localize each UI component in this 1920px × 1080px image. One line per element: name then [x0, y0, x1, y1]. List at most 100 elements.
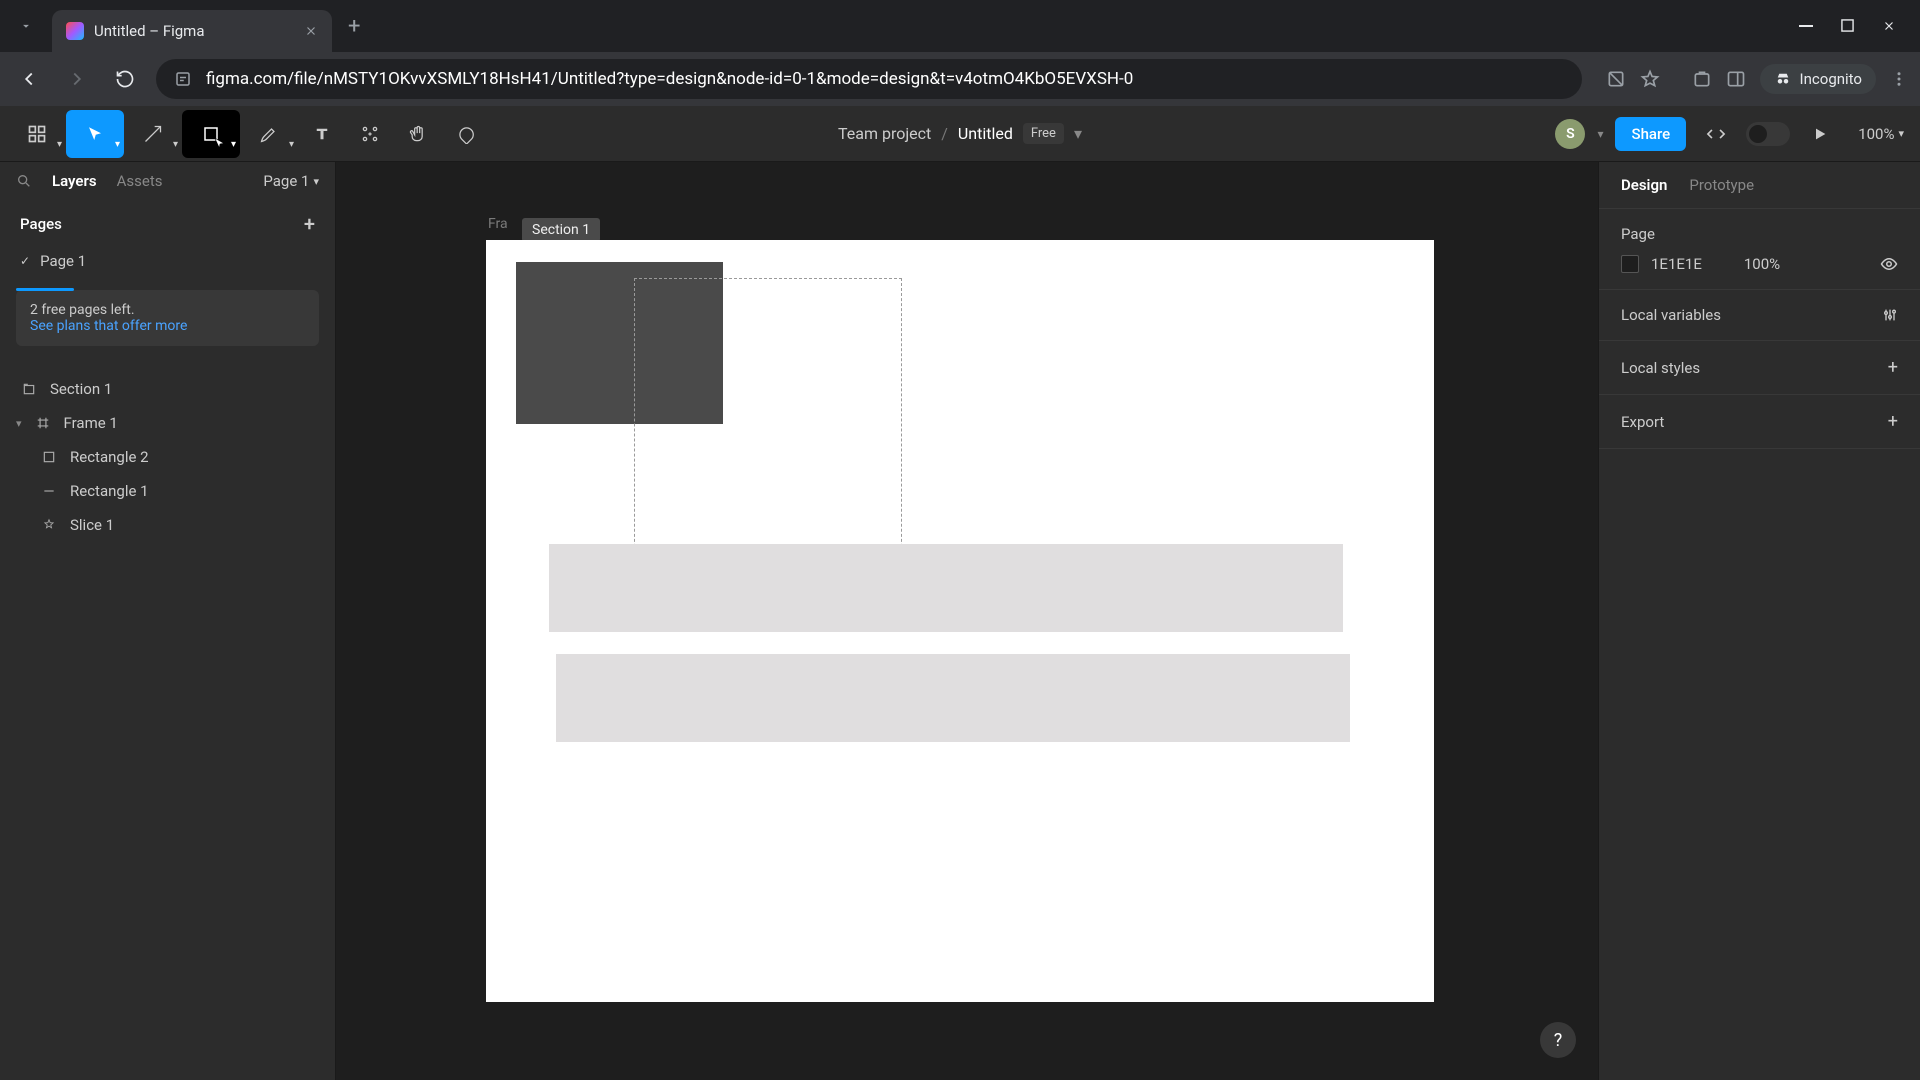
- frame-tool-button[interactable]: ▾: [124, 110, 182, 158]
- layer-row-section[interactable]: Section 1: [0, 372, 335, 406]
- page-section-header: Page: [1621, 225, 1898, 243]
- layer-name: Rectangle 1: [70, 482, 149, 500]
- file-menu-chevron-icon[interactable]: ▾: [1074, 124, 1082, 143]
- nav-reload-button[interactable]: [108, 62, 142, 96]
- tab-layers[interactable]: Layers: [52, 172, 97, 190]
- pen-tool-button[interactable]: ▾: [240, 110, 298, 158]
- side-panel-icon[interactable]: [1726, 69, 1746, 89]
- breadcrumb: Team project / Untitled Free ▾: [838, 123, 1082, 144]
- breadcrumb-team[interactable]: Team project: [838, 124, 931, 143]
- export-row[interactable]: Export +: [1599, 395, 1920, 449]
- figma-favicon-icon: [66, 22, 84, 40]
- layer-row-slice[interactable]: Slice 1: [0, 508, 335, 542]
- canvas[interactable]: Fra Section 1 ?: [336, 162, 1598, 1080]
- frame-icon: [34, 414, 52, 432]
- tab-title: Untitled – Figma: [94, 22, 205, 40]
- add-export-icon[interactable]: +: [1888, 411, 1898, 432]
- tab-assets[interactable]: Assets: [117, 172, 163, 190]
- export-label: Export: [1621, 413, 1664, 431]
- nav-forward-button[interactable]: [60, 62, 94, 96]
- layer-name: Rectangle 2: [70, 448, 149, 466]
- add-page-button[interactable]: +: [304, 212, 315, 236]
- upsell-link[interactable]: See plans that offer more: [30, 318, 305, 334]
- rectangle-icon: [40, 448, 58, 466]
- mouse-cursor-icon: [212, 136, 230, 154]
- nav-back-button[interactable]: [12, 62, 46, 96]
- help-button[interactable]: ?: [1540, 1022, 1576, 1058]
- layer-name: Frame 1: [64, 414, 118, 432]
- layer-row-frame[interactable]: ▾ Frame 1: [0, 406, 335, 440]
- hand-tool-button[interactable]: [394, 110, 442, 158]
- section-icon: [20, 380, 38, 398]
- collapse-chevron-icon[interactable]: ▾: [16, 417, 22, 430]
- search-icon[interactable]: [16, 173, 32, 189]
- layer-name: Section 1: [50, 380, 112, 398]
- zoom-value: 100%: [1858, 125, 1894, 143]
- upsell-text: 2 free pages left.: [30, 302, 305, 318]
- browser-tab-active[interactable]: Untitled – Figma: [52, 10, 332, 52]
- share-button[interactable]: Share: [1615, 117, 1686, 151]
- window-minimize-icon[interactable]: [1799, 19, 1813, 33]
- incognito-icon: [1774, 70, 1792, 88]
- add-style-icon[interactable]: +: [1888, 357, 1898, 378]
- browser-menu-icon[interactable]: [1890, 70, 1908, 88]
- present-button[interactable]: [1802, 116, 1838, 152]
- multiplayer-chevron-icon[interactable]: ▾: [1597, 127, 1603, 141]
- new-tab-button[interactable]: +: [332, 14, 376, 39]
- main-menu-button[interactable]: ▾: [8, 110, 66, 158]
- left-panel: Layers Assets Page 1 ▾ Pages + ✓ Page 1 …: [0, 162, 336, 1080]
- frame-label[interactable]: Fra: [488, 216, 508, 232]
- page-name: Page 1: [40, 252, 86, 270]
- section-label[interactable]: Section 1: [522, 218, 600, 242]
- move-tool-button[interactable]: ▾: [66, 110, 124, 158]
- zoom-control[interactable]: 100%▾: [1850, 125, 1912, 143]
- breadcrumb-file[interactable]: Untitled: [958, 124, 1013, 143]
- extensions-icon[interactable]: [1692, 69, 1712, 89]
- local-variables-row[interactable]: Local variables: [1599, 290, 1920, 341]
- window-maximize-icon[interactable]: [1841, 19, 1854, 33]
- dev-mode-toggle[interactable]: [1746, 122, 1790, 146]
- install-blocked-icon[interactable]: [1606, 69, 1626, 89]
- page-color-opacity[interactable]: 100%: [1744, 255, 1780, 273]
- close-tab-icon[interactable]: [304, 24, 318, 38]
- layers-list: Section 1 ▾ Frame 1 Rectangle 2 Rectangl…: [0, 358, 335, 542]
- tab-design[interactable]: Design: [1621, 176, 1667, 194]
- figma-toolbar: ▾ ▾ ▾ ▾ ▾ Team project / Untitled Free ▾: [0, 106, 1920, 162]
- canvas-shape-rect1[interactable]: [549, 544, 1343, 632]
- layer-row-line[interactable]: Rectangle 1: [0, 474, 335, 508]
- pages-header-label: Pages: [20, 215, 62, 233]
- tab-prototype[interactable]: Prototype: [1689, 176, 1754, 194]
- line-icon: [40, 482, 58, 500]
- shape-tool-button[interactable]: ▾: [182, 110, 240, 158]
- breadcrumb-separator: /: [941, 124, 948, 143]
- local-styles-row[interactable]: Local styles +: [1599, 341, 1920, 395]
- page-color-swatch[interactable]: [1621, 255, 1639, 273]
- dev-mode-button[interactable]: [1698, 116, 1734, 152]
- resources-tool-button[interactable]: [346, 110, 394, 158]
- local-styles-label: Local styles: [1621, 359, 1700, 377]
- slice-icon: [40, 516, 58, 534]
- bookmark-star-icon[interactable]: [1640, 69, 1660, 89]
- browser-address-bar: figma.com/file/nMSTY1OKvvXSMLY18HsH41/Un…: [0, 52, 1920, 106]
- layer-name: Slice 1: [70, 516, 114, 534]
- local-variables-label: Local variables: [1621, 306, 1721, 324]
- page-selector[interactable]: Page 1 ▾: [263, 172, 319, 190]
- browser-tab-strip: Untitled – Figma +: [0, 0, 1920, 52]
- layer-row-rectangle[interactable]: Rectangle 2: [0, 440, 335, 474]
- upsell-banner: 2 free pages left. See plans that offer …: [16, 290, 319, 346]
- page-row[interactable]: ✓ Page 1: [0, 244, 335, 278]
- variables-settings-icon[interactable]: [1882, 307, 1898, 323]
- window-close-icon[interactable]: [1882, 19, 1896, 33]
- check-icon: ✓: [20, 254, 30, 268]
- canvas-shape-rect2[interactable]: [556, 654, 1350, 742]
- avatar[interactable]: S: [1555, 119, 1585, 149]
- visibility-toggle-icon[interactable]: [1880, 255, 1898, 273]
- plan-badge[interactable]: Free: [1023, 123, 1064, 144]
- tab-search-dropdown[interactable]: [0, 0, 52, 52]
- page-color-hex[interactable]: 1E1E1E: [1651, 255, 1702, 273]
- incognito-indicator[interactable]: Incognito: [1760, 64, 1876, 94]
- site-info-icon[interactable]: [174, 70, 192, 88]
- url-field[interactable]: figma.com/file/nMSTY1OKvvXSMLY18HsH41/Un…: [156, 59, 1582, 99]
- text-tool-button[interactable]: [298, 110, 346, 158]
- comment-tool-button[interactable]: [442, 110, 490, 158]
